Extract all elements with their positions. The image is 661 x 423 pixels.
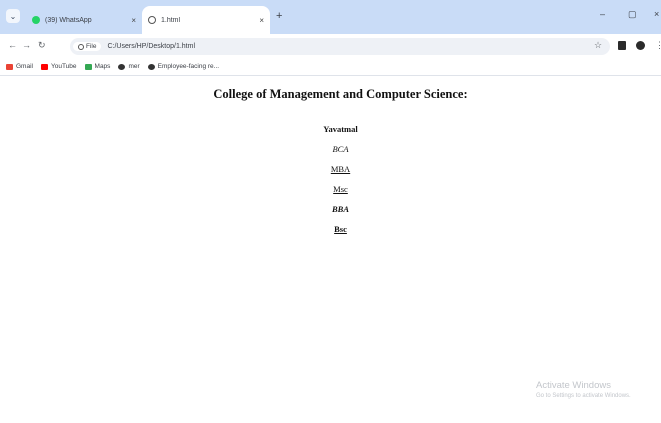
watermark-subtitle: Go to Settings to activate Windows. [536,393,631,399]
close-window-button[interactable]: × [654,9,659,19]
globe-icon [148,16,156,24]
bookmark-label: mer [128,63,140,70]
address-bar[interactable]: File C:/Users/HP/Desktop/1.html [70,38,610,55]
close-tab-icon[interactable]: × [131,16,136,25]
chevron-down-icon: ⌄ [9,11,17,21]
activation-watermark: Activate Windows Go to Settings to activ… [536,380,631,399]
tab-title: (39) WhatsApp [45,16,92,24]
list-item-bca: BCA [332,144,349,154]
more-menu-icon[interactable]: ⋮ [655,40,661,51]
bookmark-label: Gmail [16,63,33,70]
browser-toolbar: ← → ↻ File C:/Users/HP/Desktop/1.html ☆ … [0,34,661,58]
forward-arrow-icon[interactable]: → [22,40,31,50]
watermark-title: Activate Windows [536,380,611,391]
bookmark-label: YouTube [50,63,77,70]
bookmark-maps[interactable]: Maps [84,63,111,70]
new-tab-button[interactable]: + [276,10,282,22]
page-content: College of Management and Computer Scien… [0,76,661,423]
globe-icon [147,63,155,70]
youtube-icon [40,63,48,70]
side-panel-icon[interactable] [618,41,626,50]
back-arrow-icon[interactable]: ← [8,40,17,50]
list-item-bsc: Bsc [334,224,347,234]
list-item-msc: Msc [333,184,348,194]
info-icon [78,43,84,50]
url-text: C:/Users/HP/Desktop/1.html [107,43,196,50]
maps-icon [84,63,92,70]
bookmark-youtube[interactable]: YouTube [40,63,77,70]
bookmark-mer[interactable]: mer [118,63,140,70]
page-heading: College of Management and Computer Scien… [213,87,468,101]
reload-icon[interactable]: ↻ [38,40,46,51]
plus-icon: + [276,10,283,22]
site-info-chip[interactable]: File [73,42,102,51]
tab-strip: ⌄ (39) WhatsApp × 1.html × + – ▢ × [0,0,661,34]
maximize-button[interactable]: ▢ [628,9,637,20]
bookmark-label: Maps [94,63,111,70]
bookmark-star-icon[interactable]: ☆ [594,40,602,51]
list-item-bba: BBA [331,204,349,214]
tab-title: 1.html [161,16,181,24]
tab-whatsapp[interactable]: (39) WhatsApp × [26,6,142,34]
whatsapp-icon [32,16,40,24]
tab-1-html[interactable]: 1.html × [142,6,270,34]
bookmarks-bar: Gmail YouTube Maps mer Employee-facing r… [0,58,661,76]
bookmark-gmail[interactable]: Gmail [6,63,33,70]
site-info-label: File [86,43,97,50]
course-list: Yavatmal BCA MBA Msc BBA Bsc [0,124,661,244]
minimize-button[interactable]: – [600,9,605,19]
gmail-icon [6,63,13,70]
bookmark-label: Employee-facing re... [157,63,220,70]
bookmark-employee-facing[interactable]: Employee-facing re... [147,63,220,70]
list-item-yavatmal: Yavatmal [323,124,358,134]
list-item-mba: MBA [330,164,351,174]
profile-avatar-icon[interactable] [636,41,645,50]
globe-icon [118,63,126,70]
tab-search-button[interactable]: ⌄ [6,9,20,23]
close-tab-icon[interactable]: × [259,16,264,25]
